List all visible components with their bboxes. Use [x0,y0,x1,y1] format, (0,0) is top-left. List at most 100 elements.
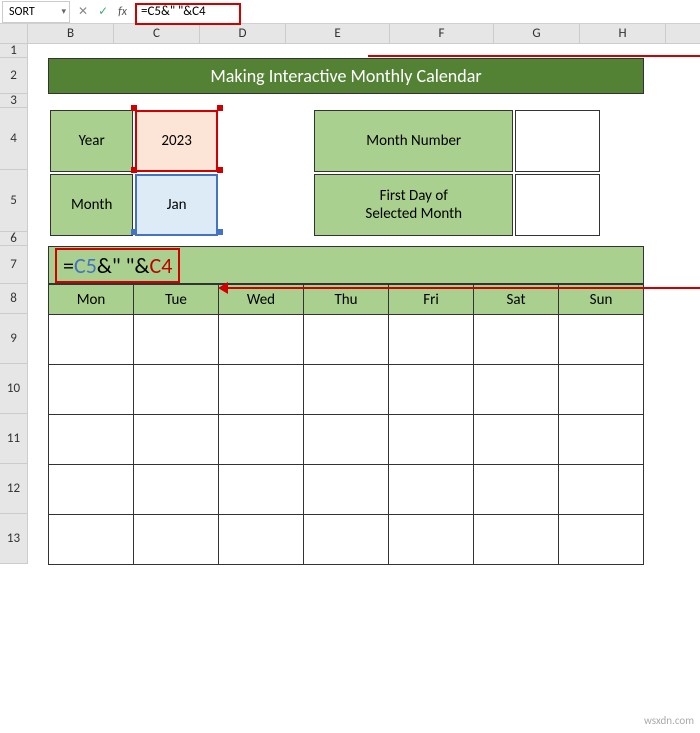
row-header-2[interactable]: 2 [0,58,28,94]
weekday-header-fri[interactable]: Fri [389,285,474,315]
calendar-cell[interactable] [474,415,559,465]
month-number-label-cell[interactable]: Month Number [314,110,513,172]
selection-handle [131,167,137,173]
page-title: Making Interactive Monthly Calendar [48,58,644,94]
col-header-H[interactable]: H [580,24,666,43]
calendar-cell[interactable] [389,465,474,515]
calendar-cell[interactable] [304,465,389,515]
select-all-corner[interactable] [0,24,28,43]
selection-handle [217,229,223,235]
calendar-cell[interactable] [134,515,219,565]
calendar-cell[interactable] [219,415,304,465]
calendar-row [49,315,644,365]
annotation-arrow-head-icon [218,282,228,294]
calendar-row [49,515,644,565]
row-header-3[interactable]: 3 [0,94,28,108]
row-header-9[interactable]: 9 [0,314,28,364]
formula-part-amp1: & [97,252,112,279]
year-value-cell[interactable]: 2023 [135,110,218,172]
col-header-G[interactable]: G [494,24,580,43]
row-header-10[interactable]: 10 [0,364,28,414]
weekday-header-mon[interactable]: Mon [49,285,134,315]
calendar-cell[interactable] [49,315,134,365]
weekday-header-wed[interactable]: Wed [219,285,304,315]
formula-display-cell[interactable]: =C5&" "&C4 [48,246,644,284]
calendar-cell[interactable] [559,365,644,415]
weekday-header-sat[interactable]: Sat [474,285,559,315]
formula-part-c4: C4 [150,252,173,279]
calendar-cell[interactable] [49,515,134,565]
calendar-cell[interactable] [559,315,644,365]
calendar-cell[interactable] [304,365,389,415]
formula-part-eq: = [63,252,74,279]
calendar-cell[interactable] [134,315,219,365]
month-number-value-cell[interactable] [515,110,600,172]
col-header-B[interactable]: B [28,24,114,43]
formula-part-amp2: & [135,252,150,279]
calendar-cell[interactable] [559,415,644,465]
accept-icon[interactable]: ✓ [98,4,108,19]
calendar-cell[interactable] [389,315,474,365]
weekday-header-sun[interactable]: Sun [559,285,644,315]
formula-bar: SORT ✕ ✓ fx =C5&" "&C4 [0,0,700,24]
calendar-cell[interactable] [134,415,219,465]
col-header-E[interactable]: E [286,24,390,43]
row-header-13[interactable]: 13 [0,514,28,564]
calendar-cell[interactable] [304,515,389,565]
row-header-8[interactable]: 8 [0,284,28,314]
annotation-arrow [226,287,700,289]
calendar-cell[interactable] [49,415,134,465]
row-header-4[interactable]: 4 [0,108,28,170]
row-header-12[interactable]: 12 [0,464,28,514]
month-value-cell[interactable]: Jan [135,174,218,236]
col-header-C[interactable]: C [114,24,200,43]
calendar-cell[interactable] [49,365,134,415]
annotation-arrow [368,55,700,57]
first-day-value-cell[interactable] [515,174,600,236]
calendar-cell[interactable] [389,515,474,565]
calendar-cell[interactable] [474,315,559,365]
weekday-header-tue[interactable]: Tue [134,285,219,315]
formula-part-str: " " [112,252,135,279]
formula-input[interactable]: =C5&" "&C4 [135,4,700,19]
calendar-cell[interactable] [134,365,219,415]
calendar-cell[interactable] [134,465,219,515]
first-day-label-cell[interactable]: First Day of Selected Month [314,174,513,236]
calendar-header-row: Mon Tue Wed Thu Fri Sat Sun [49,285,644,315]
calendar-cell[interactable] [219,315,304,365]
selection-handle [217,167,223,173]
month-label-cell[interactable]: Month [50,174,133,236]
year-label-cell[interactable]: Year [50,110,133,172]
cancel-icon[interactable]: ✕ [78,4,88,19]
calendar-cell[interactable] [474,515,559,565]
name-box[interactable]: SORT [2,1,70,23]
row-header-7[interactable]: 7 [0,246,28,284]
calendar-cell[interactable] [219,465,304,515]
calendar-cell[interactable] [49,465,134,515]
row-header-1[interactable]: 1 [0,44,28,58]
row-header-11[interactable]: 11 [0,414,28,464]
calendar-table: Mon Tue Wed Thu Fri Sat Sun [48,284,644,565]
col-header-F[interactable]: F [390,24,494,43]
formula-display-highlight: =C5&" "&C4 [55,248,180,283]
formula-part-c5: C5 [74,252,97,279]
row-headers: 1 2 3 4 5 6 7 8 9 10 11 12 13 [0,44,28,564]
row-header-5[interactable]: 5 [0,170,28,232]
calendar-cell[interactable] [474,465,559,515]
calendar-cell[interactable] [389,365,474,415]
col-header-D[interactable]: D [200,24,286,43]
row-header-6[interactable]: 6 [0,232,28,246]
calendar-row [49,465,644,515]
weekday-header-thu[interactable]: Thu [304,285,389,315]
calendar-cell[interactable] [219,515,304,565]
calendar-row [49,365,644,415]
calendar-cell[interactable] [559,465,644,515]
calendar-cell[interactable] [304,415,389,465]
calendar-cell[interactable] [474,365,559,415]
calendar-cell[interactable] [389,415,474,465]
calendar-cell[interactable] [219,365,304,415]
calendar-cell[interactable] [559,515,644,565]
calendar-cell[interactable] [304,315,389,365]
fx-icon[interactable]: fx [118,5,127,19]
cell-grid[interactable]: Making Interactive Monthly Calendar Year… [28,44,700,564]
